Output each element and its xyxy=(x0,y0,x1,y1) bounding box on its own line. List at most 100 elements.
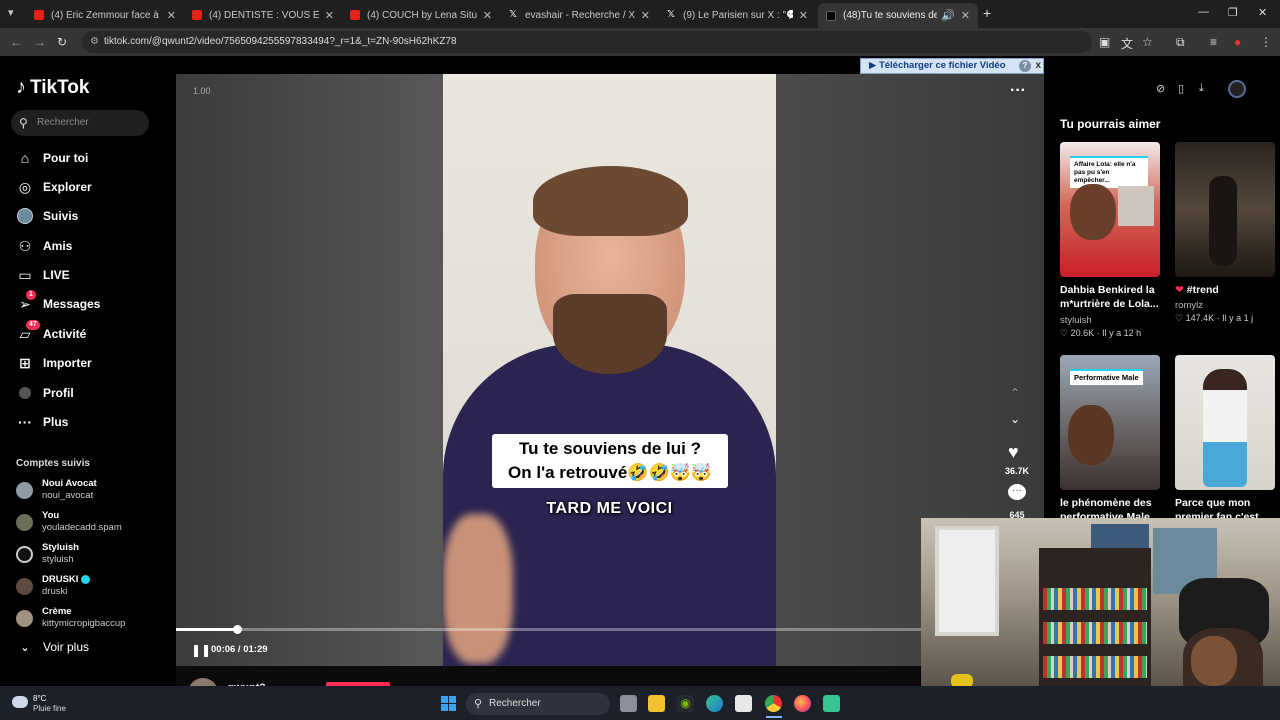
more-options-icon[interactable]: ··· xyxy=(1010,82,1026,100)
close-icon[interactable]: ✕ xyxy=(325,9,334,22)
account-handle: youladecadd.spam xyxy=(42,522,122,533)
sidebar-item-activite[interactable]: ▱ 47 Activité xyxy=(16,320,86,345)
comment-icon[interactable]: ··· xyxy=(1008,484,1026,500)
recommended-video-author[interactable]: romylz xyxy=(1175,300,1203,311)
recommended-video-title[interactable]: Dahbia Benkired la m*urtrière de Lola... xyxy=(1060,283,1164,311)
recommended-video-thumbnail[interactable] xyxy=(1175,355,1275,490)
user-avatar[interactable] xyxy=(1228,80,1246,98)
task-view-icon[interactable] xyxy=(620,695,637,712)
weather-description[interactable]: Pluie fine xyxy=(33,704,66,713)
weather-cloud-icon[interactable] xyxy=(12,696,28,708)
recommended-video-author[interactable]: styluish xyxy=(1060,315,1092,326)
extensions-icon[interactable]: ⧉ xyxy=(1176,35,1185,50)
tiktok-icon xyxy=(826,10,836,21)
close-icon[interactable]: ✕ xyxy=(483,9,492,22)
nvidia-icon[interactable]: ◉ xyxy=(677,695,694,712)
download-icon[interactable]: ⤓ xyxy=(1199,82,1204,95)
verified-icon xyxy=(81,574,91,584)
windows-start-icon[interactable] xyxy=(441,696,456,711)
start-tile xyxy=(449,696,456,703)
webcam-face xyxy=(1191,636,1237,686)
heart-icon[interactable]: ♥ xyxy=(1008,442,1019,463)
recommended-video-title[interactable]: Parce que mon premier fan c'est xyxy=(1175,496,1279,518)
speaker-icon[interactable]: 🔊 xyxy=(941,9,955,22)
download-video-banner[interactable]: ▶ Télécharger ce fichier Vidéo ? x xyxy=(860,58,1044,74)
next-video-icon[interactable]: ⌄ xyxy=(1010,412,1020,426)
avatar xyxy=(16,513,33,531)
file-explorer-icon[interactable] xyxy=(648,695,665,712)
browser-tab[interactable]: (4) DENTISTE : VOUS ÊTES SALE ✕ xyxy=(184,4,342,26)
browser-tab[interactable]: 𝕏 (9) Le Parisien sur X : "💬 «Un g ✕ xyxy=(658,4,816,26)
followed-account[interactable]: You youladecadd.spam xyxy=(16,510,122,534)
tab-search-icon[interactable]: ▾ xyxy=(8,6,14,19)
sidebar-item-importer[interactable]: ⊞ Importer xyxy=(16,352,92,374)
browser-menu-icon[interactable]: ⋮ xyxy=(1260,35,1272,49)
browser-tab[interactable]: 𝕏 evashair - Recherche / X ✕ xyxy=(500,4,658,26)
profile-avatar-icon[interactable]: ● xyxy=(1234,35,1241,49)
video-progress-knob[interactable] xyxy=(232,625,242,634)
video-progress-bar[interactable] xyxy=(176,625,1044,634)
back-icon[interactable]: ← xyxy=(10,35,22,49)
heart-outline-icon: ♡ xyxy=(1060,328,1069,338)
minimize-button[interactable]: — xyxy=(1198,6,1209,18)
app-icon[interactable] xyxy=(823,695,840,712)
video-frame[interactable] xyxy=(443,74,776,666)
sidebar-item-messages[interactable]: ➢ 1 Messages xyxy=(16,290,100,315)
see-more-link[interactable]: ⌄ Voir plus xyxy=(16,636,89,658)
tiktok-logo[interactable]: ♪ TikTok xyxy=(16,76,89,99)
reload-icon[interactable]: ↻ xyxy=(57,35,67,49)
reading-list-icon[interactable]: ≡ xyxy=(1210,35,1217,49)
sidebar-item-live[interactable]: ▭ LIVE xyxy=(16,264,69,286)
chrome-icon[interactable] xyxy=(765,695,782,712)
sidebar-item-pour-toi[interactable]: ⌂ Pour toi xyxy=(16,147,89,169)
url-text: tiktok.com/@qwunt2/video/756509425559783… xyxy=(104,36,457,47)
account-name: Crème xyxy=(42,606,72,617)
recommended-video-thumbnail[interactable] xyxy=(1175,142,1275,277)
translate-icon[interactable]: 文 xyxy=(1121,35,1133,52)
close-icon[interactable]: ✕ xyxy=(167,9,176,22)
close-icon[interactable]: x xyxy=(1035,59,1041,73)
bookmark-star-icon[interactable]: ☆ xyxy=(1142,35,1153,49)
cast-icon[interactable]: ▣ xyxy=(1099,35,1110,49)
coin-icon[interactable]: ⊘ xyxy=(1156,82,1165,95)
sidebar-item-amis[interactable]: ⚇ Amis xyxy=(16,235,73,257)
address-bar[interactable]: ⚙ tiktok.com/@qwunt2/video/7565094255597… xyxy=(82,31,1092,53)
recommended-video-thumbnail[interactable]: Performative Male xyxy=(1060,355,1160,490)
sidebar-item-profil[interactable]: Profil xyxy=(16,382,74,404)
followed-account[interactable]: Noui Avocat noui_avocat xyxy=(16,478,97,502)
store-icon[interactable] xyxy=(735,695,752,712)
site-info-icon[interactable]: ⚙ xyxy=(90,31,99,53)
followed-account[interactable]: Styluish styluish xyxy=(16,542,79,566)
help-icon[interactable]: ? xyxy=(1019,60,1031,72)
sidebar-item-explorer[interactable]: ◎ Explorer xyxy=(16,176,92,198)
weather-temperature[interactable]: 8°C xyxy=(33,694,46,703)
previous-video-icon[interactable]: ⌃ xyxy=(1010,386,1020,400)
browser-tab-active[interactable]: (48)Tu te souviens de lui ? C 🔊 ✕ xyxy=(818,3,978,28)
window-close-button[interactable]: ✕ xyxy=(1258,6,1267,19)
edge-icon[interactable] xyxy=(706,695,723,712)
close-icon[interactable]: ✕ xyxy=(641,9,650,22)
close-icon[interactable]: ✕ xyxy=(799,9,808,22)
avatar xyxy=(16,609,33,627)
taskbar-search[interactable]: ⚲ Rechercher xyxy=(466,693,610,715)
youtube-icon xyxy=(350,10,360,20)
recommended-video-title[interactable]: le phénomène des performative Male xyxy=(1060,496,1164,518)
followed-account[interactable]: Crème kittymicropigbaccup xyxy=(16,606,125,630)
recommended-video-thumbnail[interactable]: Affaire Lola: elle n'a pas pu s'en empêc… xyxy=(1060,142,1160,277)
sidebar-item-plus[interactable]: ··· Plus xyxy=(16,411,68,433)
maximize-button[interactable]: ❐ xyxy=(1228,6,1238,19)
search-input[interactable]: ⚲ Rechercher xyxy=(11,110,149,136)
browser-tab[interactable]: (4) Eric Zemmour face à Pascal ✕ xyxy=(26,4,184,26)
firefox-icon[interactable] xyxy=(794,695,811,712)
forward-icon[interactable]: → xyxy=(34,35,46,49)
new-tab-button[interactable]: + xyxy=(983,5,991,21)
pause-icon[interactable]: ❚❚ xyxy=(191,643,211,657)
likes-count: 20.6K xyxy=(1070,328,1095,338)
phone-icon[interactable]: ▯ xyxy=(1178,82,1184,95)
followed-account[interactable]: DRUSKI druski xyxy=(16,574,91,598)
close-icon[interactable]: ✕ xyxy=(961,9,970,22)
sidebar-item-suivis[interactable]: Suivis xyxy=(16,205,78,227)
browser-tab[interactable]: (4) COUCH by Lena Situations ✕ xyxy=(342,4,500,26)
playback-speed[interactable]: 1.00 xyxy=(193,86,211,96)
recommended-video-title[interactable]: ❤ #trend xyxy=(1175,283,1279,297)
